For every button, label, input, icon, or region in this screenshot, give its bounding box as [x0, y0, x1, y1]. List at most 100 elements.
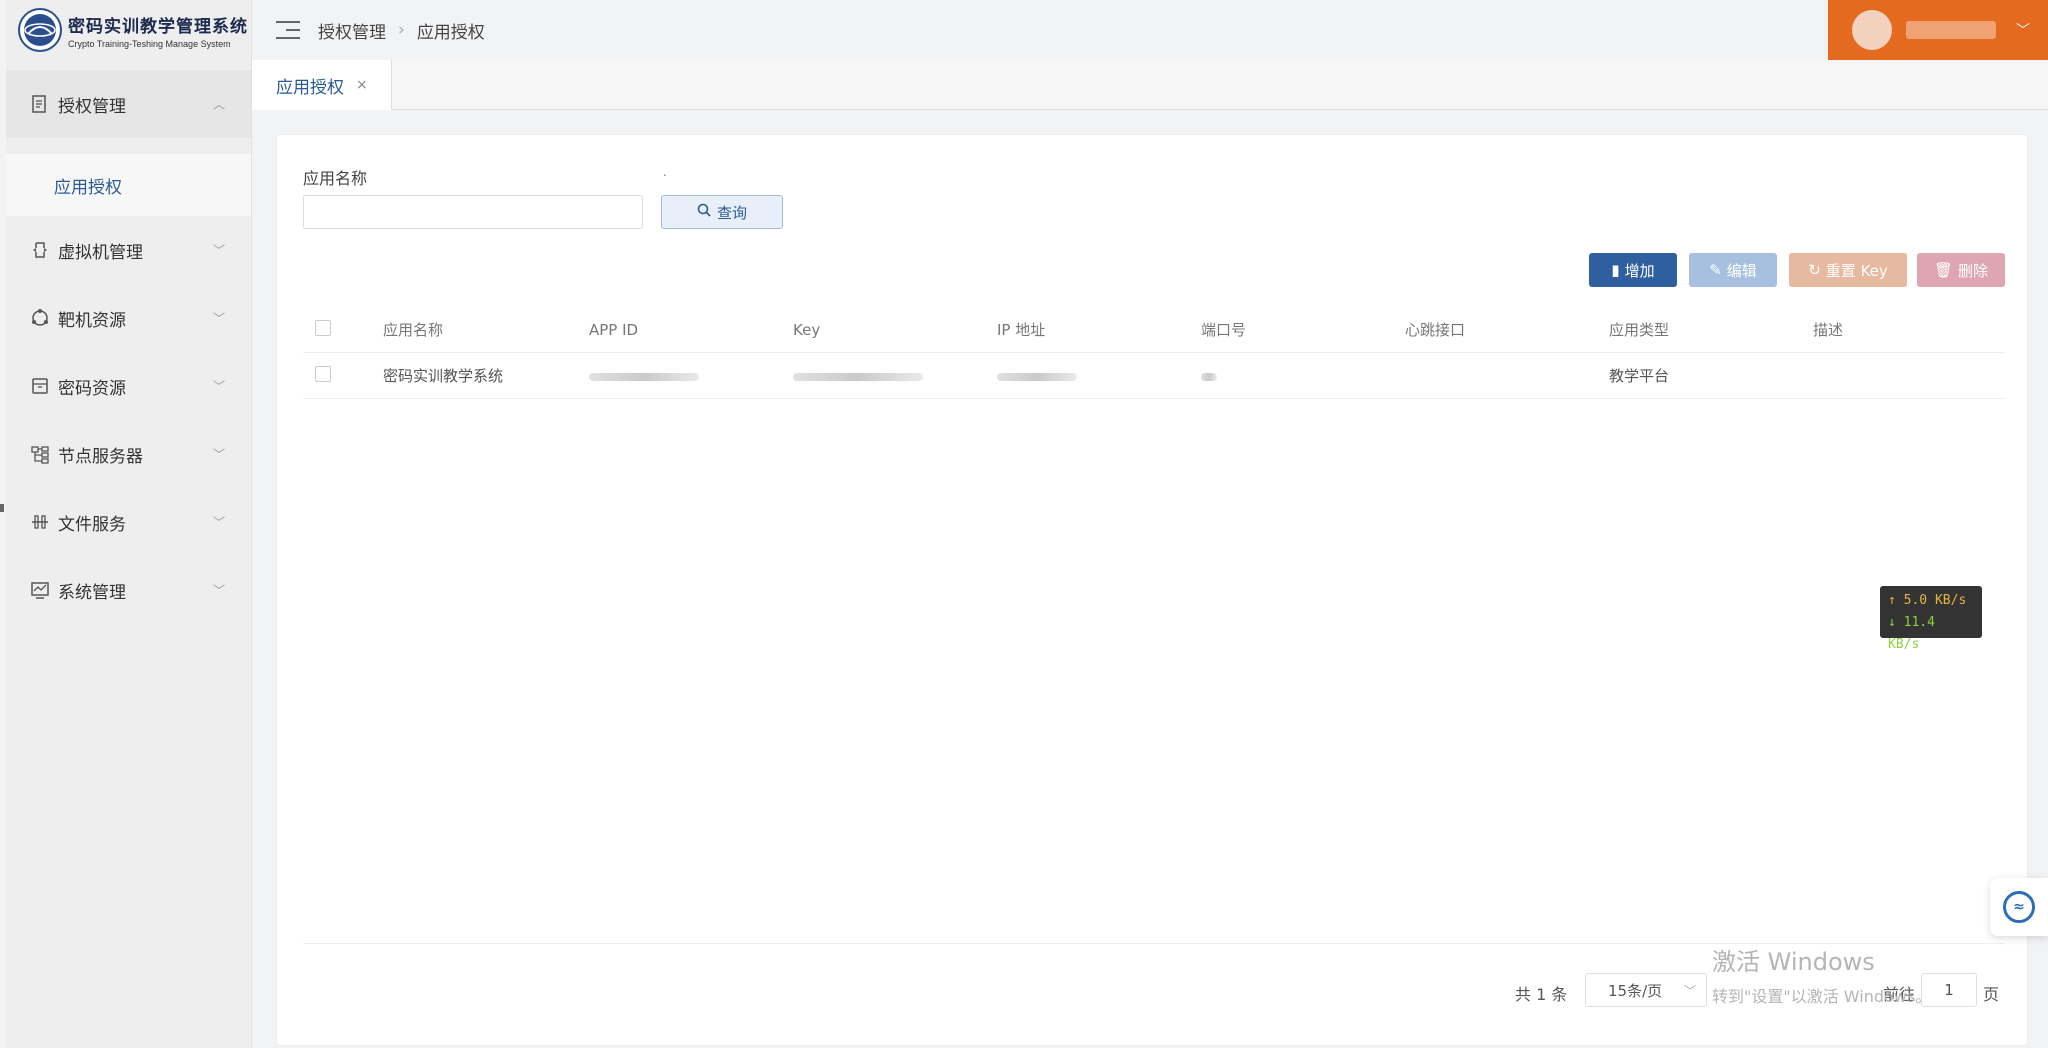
chevron-down-icon: ﹀	[1683, 983, 1696, 998]
sidebar-item-node[interactable]: 节点服务器 ﹀	[6, 420, 251, 488]
sidebar-item-auth[interactable]: 授权管理 ︿	[6, 70, 251, 138]
cell-key-blurred	[793, 367, 997, 385]
chevron-down-icon: ﹀	[212, 447, 225, 462]
column-header: APP ID	[589, 320, 639, 339]
download-speed: ↓ 11.4 KB/s	[1888, 615, 1935, 652]
sidebar-item-label: 虚拟机管理	[58, 242, 143, 263]
logo: 密码实训教学管理系统 Crypto Training-Teshing Manag…	[6, 0, 251, 60]
column-header: IP 地址	[997, 321, 1046, 339]
watermark-title: 激活 Windows	[1712, 948, 1875, 976]
refresh-icon: ↻	[1808, 261, 1821, 279]
sidebar-item-label: 靶机资源	[58, 310, 126, 331]
cell-port-blurred	[1201, 367, 1405, 385]
chevron-down-icon: ﹀	[212, 379, 225, 394]
sidebar-item-label: 节点服务器	[58, 446, 143, 467]
chevron-up-icon: ︿	[212, 97, 225, 112]
chevron-down-icon: ﹀	[212, 583, 225, 598]
cell-app-name: 密码实训教学系统	[383, 367, 504, 385]
cell-app-type: 教学平台	[1609, 367, 1670, 385]
table-header: 应用名称 APP ID Key IP 地址 端口号 心跳接口 应用类型 描述	[303, 307, 2005, 353]
system-icon	[30, 580, 50, 600]
select-all-checkbox[interactable]	[315, 319, 331, 336]
assistant-icon: ≈	[2003, 891, 2035, 923]
floating-assistant-button[interactable]: ≈	[1990, 878, 2048, 936]
watermark-subtitle: 转到"设置"以激活 Windows。	[1712, 987, 1932, 1006]
query-label-dot: .	[663, 165, 667, 179]
pagination-suffix: 页	[1983, 985, 2000, 1004]
target-icon	[30, 308, 50, 328]
sidebar-subitem-app-auth[interactable]: 应用授权	[6, 154, 251, 216]
query-button[interactable]: 查询	[661, 195, 783, 229]
delete-button-label: 删除	[1958, 261, 1989, 280]
close-icon[interactable]: ×	[356, 77, 368, 93]
page-size-select[interactable]: 15条/页 ﹀	[1585, 973, 1707, 1007]
file-service-icon	[30, 512, 50, 532]
windows-activation-watermark: 激活 Windows 转到"设置"以激活 Windows。	[1712, 942, 1931, 1007]
logo-emblem-icon	[18, 8, 62, 52]
chevron-down-icon: ﹀	[212, 243, 225, 258]
search-icon	[697, 203, 711, 221]
chevron-down-icon: ﹀	[212, 515, 225, 530]
column-header: 应用类型	[1609, 321, 1670, 339]
vm-icon	[30, 240, 50, 260]
add-document-icon: ▮	[1611, 261, 1620, 279]
column-header: 应用名称	[383, 321, 444, 339]
reset-key-button[interactable]: ↻ 重置 Key	[1789, 253, 1907, 287]
page-size-value: 15条/页	[1608, 981, 1663, 1000]
sidebar-item-crypto[interactable]: 密码资源 ﹀	[6, 352, 251, 420]
breadcrumb: 授权管理 › 应用授权	[318, 18, 485, 43]
sidebar-item-label: 文件服务	[58, 514, 126, 535]
reset-key-button-label: 重置 Key	[1825, 261, 1888, 280]
app-name-input[interactable]	[303, 195, 643, 229]
chevron-down-icon[interactable]: ﹀	[2016, 20, 2030, 40]
archive-icon	[30, 376, 50, 396]
column-header: 心跳接口	[1405, 321, 1466, 339]
edit-button[interactable]: ✎ 编辑	[1689, 253, 1777, 287]
sidebar-menu: 授权管理 ︿ 应用授权 虚拟机管理 ﹀ 靶机资源 ﹀ 密码资源 ﹀ 节点服务器 …	[6, 70, 251, 624]
query-button-label: 查询	[716, 203, 747, 222]
top-header: 授权管理 › 应用授权 ﹀	[252, 0, 2048, 60]
pencil-icon: ✎	[1709, 261, 1722, 279]
column-header: Key	[793, 320, 821, 339]
edge-handle[interactable]	[0, 504, 4, 512]
network-speed-widget: ↑ 5.0 KB/s ↓ 11.4 KB/s	[1880, 586, 1982, 652]
breadcrumb-separator-icon: ›	[398, 20, 405, 40]
sidebar: 密码实训教学管理系统 Crypto Training-Teshing Manag…	[6, 0, 252, 1048]
trash-icon: 🗑	[1933, 261, 1954, 279]
user-menu[interactable]: ﹀	[1828, 0, 2048, 60]
cell-ip-blurred	[997, 367, 1201, 385]
sidebar-item-target[interactable]: 靶机资源 ﹀	[6, 284, 251, 352]
app-table: 应用名称 APP ID Key IP 地址 端口号 心跳接口 应用类型 描述 密…	[303, 307, 2005, 399]
sidebar-item-file[interactable]: 文件服务 ﹀	[6, 488, 251, 556]
breadcrumb-item: 应用授权	[416, 22, 485, 43]
document-icon	[30, 94, 50, 114]
menu-toggle-icon[interactable]	[276, 21, 300, 39]
row-checkbox[interactable]	[315, 365, 331, 382]
add-button[interactable]: ▮ 增加	[1589, 253, 1677, 287]
sidebar-item-system[interactable]: 系统管理 ﹀	[6, 556, 251, 624]
server-node-icon	[30, 444, 50, 464]
chevron-down-icon: ﹀	[212, 311, 225, 326]
sidebar-item-label: 密码资源	[58, 378, 126, 399]
breadcrumb-item[interactable]: 授权管理	[318, 18, 386, 43]
cell-app-id-blurred	[589, 367, 793, 385]
tab-app-auth[interactable]: 应用授权 ×	[252, 60, 392, 110]
app-title: 密码实训教学管理系统	[68, 16, 248, 37]
tab-label: 应用授权	[276, 77, 344, 98]
tab-bar: 应用授权 ×	[252, 60, 2048, 110]
table-row[interactable]: 密码实训教学系统 教学平台	[303, 353, 2005, 399]
delete-button[interactable]: 🗑 删除	[1917, 253, 2005, 287]
user-name-blurred	[1906, 21, 1996, 39]
add-button-label: 增加	[1624, 261, 1655, 280]
edit-button-label: 编辑	[1726, 261, 1757, 280]
sidebar-item-vm[interactable]: 虚拟机管理 ﹀	[6, 216, 251, 284]
pagination-total: 共 1 条	[1515, 985, 1568, 1004]
sidebar-item-label: 系统管理	[58, 582, 126, 603]
avatar[interactable]	[1852, 10, 1892, 50]
app-subtitle: Crypto Training-Teshing Manage System	[68, 38, 231, 49]
search-label: 应用名称	[303, 169, 368, 188]
column-header: 描述	[1813, 321, 1844, 339]
sidebar-item-label: 授权管理	[58, 96, 126, 117]
content-card: 应用名称 . 查询 ▮ 增加 ✎ 编辑 ↻ 重置 Key 🗑 删除 应用名称 A…	[276, 134, 2028, 1046]
upload-speed: ↑ 5.0 KB/s	[1888, 593, 1967, 608]
